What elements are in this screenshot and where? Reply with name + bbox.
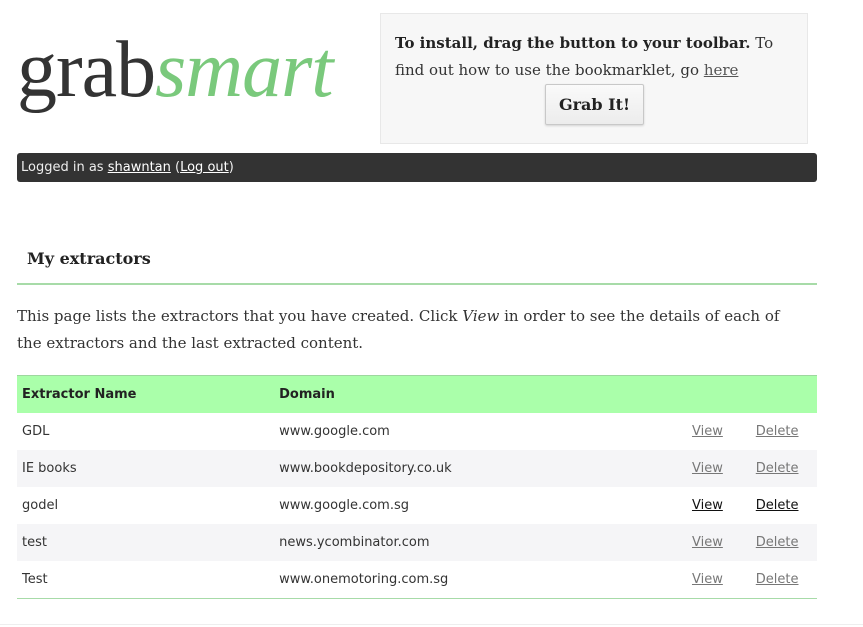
table-row: Test www.onemotoring.com.sg View Delete xyxy=(17,561,817,599)
extractor-name-cell: godel xyxy=(22,498,59,513)
view-link[interactable]: View xyxy=(692,535,723,550)
intro-paragraph: This page lists the extractors that you … xyxy=(17,303,807,357)
header-view xyxy=(686,375,751,413)
install-instruction-bold: To install, drag the button to your tool… xyxy=(395,34,751,52)
grab-it-bookmarklet-button[interactable]: Grab It! xyxy=(545,84,644,125)
section-divider xyxy=(17,283,817,285)
install-panel: To install, drag the button to your tool… xyxy=(380,13,808,144)
delete-link[interactable]: Delete xyxy=(756,424,799,439)
table-header-row: Extractor Name Domain xyxy=(17,375,817,413)
username-link[interactable]: shawntan xyxy=(108,160,171,175)
footer-divider xyxy=(0,624,863,625)
help-link[interactable]: here xyxy=(704,61,739,79)
table-row: GDL www.google.com View Delete xyxy=(17,413,817,450)
login-close-paren: ) xyxy=(228,160,234,175)
delete-link[interactable]: Delete xyxy=(756,461,799,476)
header-domain: Domain xyxy=(274,375,687,413)
delete-link[interactable]: Delete xyxy=(756,498,799,513)
extractor-name-cell: test xyxy=(17,524,275,561)
domain-cell: www.bookdepository.co.uk xyxy=(274,450,687,487)
table-row: IE books www.bookdepository.co.uk View D… xyxy=(17,450,817,487)
app-logo[interactable]: grabsmart xyxy=(17,20,333,120)
logout-link[interactable]: Log out xyxy=(180,160,229,175)
logo-smart-text: smart xyxy=(155,26,333,114)
login-bar: Logged in as shawntan (Log out) xyxy=(17,153,817,182)
header-delete xyxy=(750,375,817,413)
domain-cell: news.ycombinator.com xyxy=(274,524,687,561)
extractor-name-cell: GDL xyxy=(22,424,50,439)
extractor-name-cell: IE books xyxy=(17,450,275,487)
extractor-name-cell: Test xyxy=(22,572,48,587)
view-link[interactable]: View xyxy=(692,572,723,587)
page: grabsmart To install, drag the button to… xyxy=(0,0,863,627)
section-title: My extractors xyxy=(27,249,151,268)
delete-link[interactable]: Delete xyxy=(756,572,799,587)
intro-view-emphasis: View xyxy=(462,307,500,325)
login-open-paren: ( xyxy=(170,160,181,175)
extractors-table: Extractor Name Domain GDL www.google.com… xyxy=(17,375,817,599)
logo-grab-text: grab xyxy=(17,26,156,114)
intro-text-before: This page lists the extractors that you … xyxy=(17,307,463,325)
view-link[interactable]: View xyxy=(692,461,723,476)
view-link[interactable]: View xyxy=(692,498,723,513)
domain-cell: www.google.com xyxy=(279,424,390,439)
view-link[interactable]: View xyxy=(692,424,723,439)
domain-cell: www.google.com.sg xyxy=(279,498,410,513)
delete-link[interactable]: Delete xyxy=(756,535,799,550)
table-row: godel www.google.com.sg View Delete xyxy=(17,487,817,524)
login-prefix: Logged in as xyxy=(21,160,108,175)
header-extractor-name: Extractor Name xyxy=(17,375,275,413)
domain-cell: www.onemotoring.com.sg xyxy=(279,572,449,587)
table-row: test news.ycombinator.com View Delete xyxy=(17,524,817,561)
